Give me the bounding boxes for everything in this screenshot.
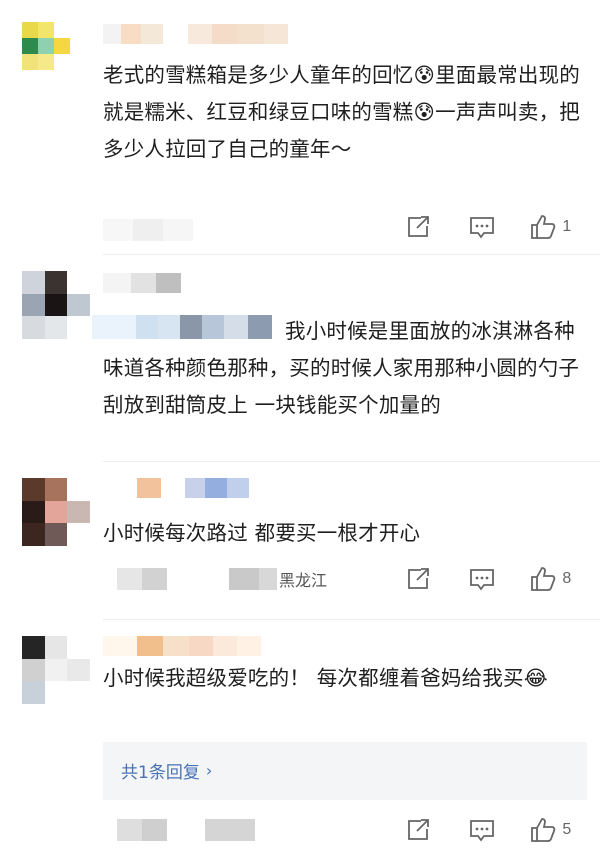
comment-actions: 5 bbox=[405, 815, 590, 845]
like-button[interactable]: 1 bbox=[530, 214, 590, 240]
reply-button[interactable] bbox=[469, 818, 531, 842]
like-count: 5 bbox=[562, 821, 572, 838]
thumbs-up-icon bbox=[531, 215, 556, 239]
replies-box: 共1条回复 › bbox=[103, 742, 587, 800]
comment-meta: 黑龙江 bbox=[103, 567, 327, 591]
comment-2: 我小时候是里面放的冰淇淋各种味道各种颜色那种，买的时候人家用那种小圆的勺子刮放到… bbox=[0, 255, 600, 462]
comment-1: 老式的雪糕箱是多少人童年的回忆😰里面最常出现的就是糯米、红豆和绿豆口味的雪糕😰一… bbox=[0, 0, 600, 255]
view-replies-link[interactable]: 共1条回复 › bbox=[121, 758, 212, 783]
username-blurred[interactable] bbox=[103, 478, 249, 498]
username-blurred[interactable] bbox=[103, 273, 181, 293]
comment-text: 老式的雪糕箱是多少人童年的回忆😰里面最常出现的就是糯米、红豆和绿豆口味的雪糕😰一… bbox=[103, 63, 580, 161]
comment-meta-blurred bbox=[103, 218, 193, 242]
comment-text: 小时候每次路过 都要买一根才开心 bbox=[103, 521, 421, 545]
replies-count-label: 共1条回复 bbox=[121, 763, 200, 783]
share-icon bbox=[408, 216, 429, 237]
reply-button[interactable] bbox=[469, 567, 531, 591]
like-count: 8 bbox=[562, 570, 572, 587]
comment-meta-blurred bbox=[103, 818, 255, 842]
like-button[interactable]: 5 bbox=[530, 817, 590, 843]
like-button[interactable]: 8 bbox=[530, 566, 590, 592]
comment-icon bbox=[469, 217, 494, 239]
comment-icon bbox=[469, 569, 494, 591]
like-count: 1 bbox=[562, 218, 572, 235]
thumbs-up-icon bbox=[531, 818, 556, 842]
share-icon bbox=[408, 819, 429, 840]
username-blurred[interactable] bbox=[103, 24, 288, 44]
comment-text: 小时候我超级爱吃的！ 每次都缠着爸妈给我买😂 bbox=[103, 666, 548, 690]
comment-icon bbox=[469, 820, 494, 842]
avatar[interactable] bbox=[22, 636, 90, 704]
share-button[interactable] bbox=[405, 567, 469, 591]
comment-3: 小时候每次路过 都要买一根才开心 黑龙江 8 bbox=[0, 462, 600, 620]
comment-actions: 8 bbox=[405, 564, 590, 594]
username-blurred[interactable] bbox=[103, 636, 261, 656]
reply-button[interactable] bbox=[469, 215, 531, 239]
comment-4: 小时候我超级爱吃的！ 每次都缠着爸妈给我买😂 共1条回复 › 5 bbox=[0, 620, 600, 854]
avatar[interactable] bbox=[22, 478, 90, 546]
avatar[interactable] bbox=[22, 22, 70, 70]
comment-text: 我小时候是里面放的冰淇淋各种味道各种颜色那种，买的时候人家用那种小圆的勺子刮放到… bbox=[103, 319, 580, 417]
location-label: 黑龙江 bbox=[279, 571, 328, 590]
thumbs-up-icon bbox=[531, 567, 556, 591]
share-button[interactable] bbox=[405, 215, 469, 239]
comment-actions: 1 bbox=[405, 212, 590, 242]
chevron-right-icon: › bbox=[205, 761, 213, 780]
share-button[interactable] bbox=[405, 818, 469, 842]
share-icon bbox=[408, 568, 429, 589]
avatar[interactable] bbox=[22, 271, 90, 339]
